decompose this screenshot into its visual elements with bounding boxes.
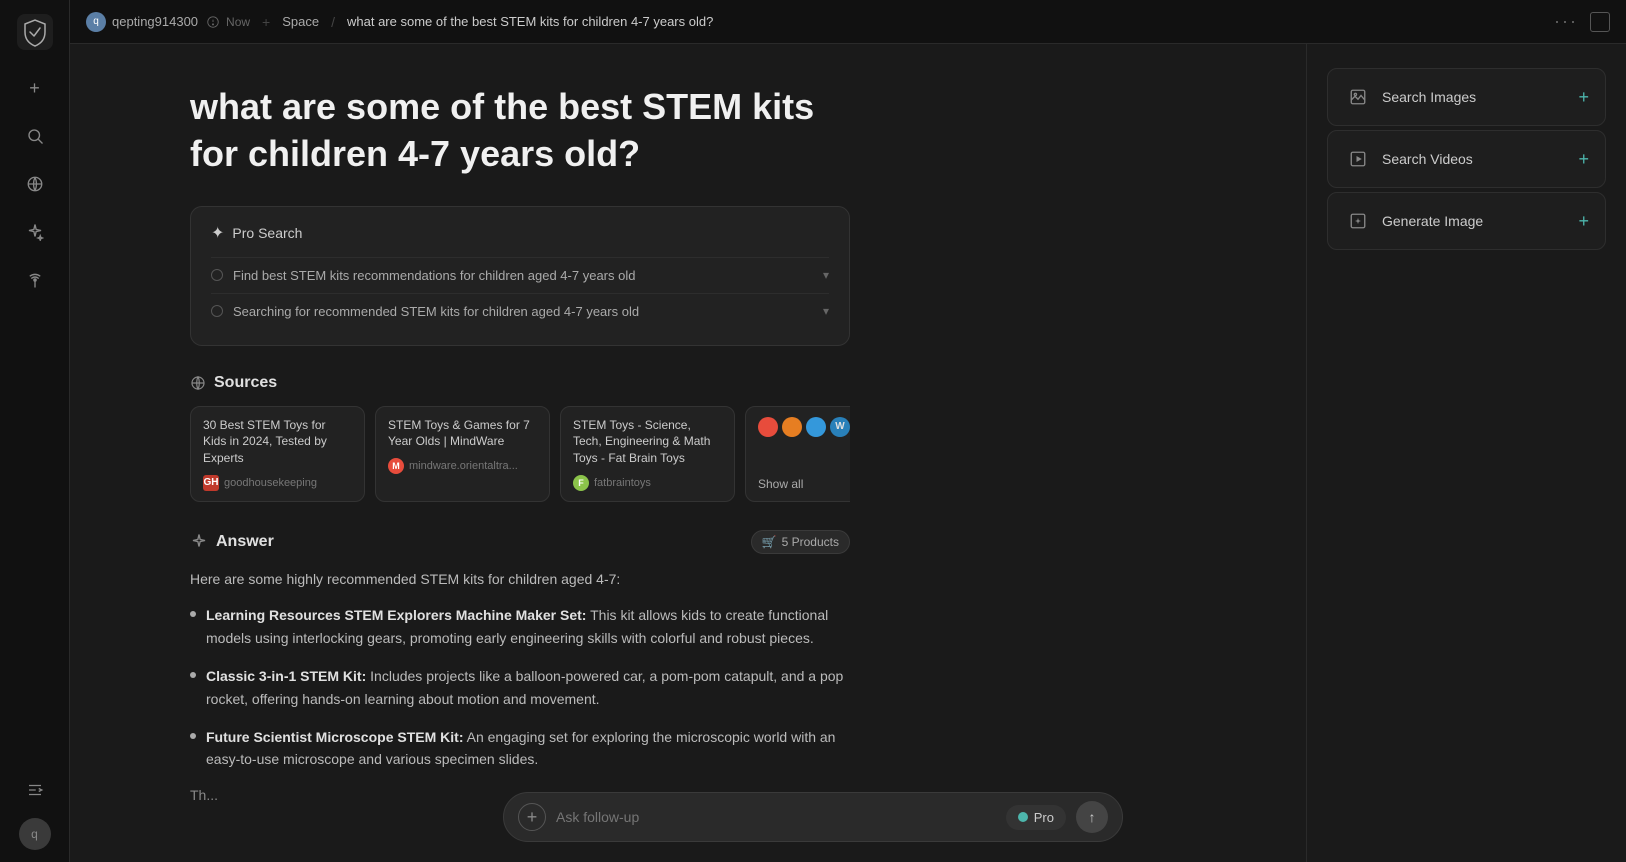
generate-image-label: Generate Image	[1382, 213, 1568, 229]
right-panel: Search Images + Search Videos +	[1306, 44, 1626, 862]
new-chat-button[interactable]: +	[15, 68, 55, 108]
send-button[interactable]: ↑	[1076, 801, 1108, 833]
source-domain-1: goodhousekeeping	[224, 477, 317, 489]
topbar-space[interactable]: Space	[282, 14, 319, 29]
answer-title: Answer	[190, 533, 274, 551]
source-card-multi[interactable]: W Show all	[745, 406, 850, 502]
bottom-bar: + Pro ↑	[503, 792, 1123, 842]
bullet-1	[190, 611, 196, 617]
source-favicon-2: M	[388, 458, 404, 474]
topbar: q qepting914300 Now + Space / what are s…	[70, 0, 1626, 44]
search-button[interactable]	[15, 116, 55, 156]
multi-favicon-1	[758, 417, 778, 437]
answer-item-3-title: Future Scientist Microscope STEM Kit:	[206, 729, 463, 745]
search-step-2[interactable]: Searching for recommended STEM kits for …	[211, 293, 829, 329]
step-chevron-2: ▾	[823, 304, 829, 318]
search-videos-button[interactable]: Search Videos +	[1327, 130, 1606, 188]
pro-toggle[interactable]: Pro	[1006, 805, 1066, 830]
step-text-2: Searching for recommended STEM kits for …	[233, 304, 813, 319]
search-images-icon	[1344, 83, 1372, 111]
follow-up-input[interactable]	[556, 809, 996, 825]
source-title-1: 30 Best STEM Toys for Kids in 2024, Test…	[203, 417, 352, 467]
answer-item-3: Future Scientist Microscope STEM Kit: An…	[190, 726, 850, 771]
pro-indicator	[1018, 812, 1028, 822]
multi-favicon-2	[782, 417, 802, 437]
products-count: 5 Products	[782, 535, 839, 549]
source-title-2: STEM Toys & Games for 7 Year Olds | Mind…	[388, 417, 537, 451]
search-videos-icon	[1344, 145, 1372, 173]
answer-list: Learning Resources STEM Explorers Machin…	[190, 604, 850, 770]
multi-favicon-4: W	[830, 417, 850, 437]
source-footer-3: F fatbraintoys	[573, 475, 722, 491]
pro-label: Pro	[1034, 810, 1054, 825]
pro-search-icon: ✦	[211, 223, 224, 243]
user-avatar[interactable]: q	[19, 818, 51, 850]
step-circle-2	[211, 305, 223, 317]
generate-image-icon	[1344, 207, 1372, 235]
search-videos-plus: +	[1578, 149, 1589, 170]
globe-button[interactable]	[15, 164, 55, 204]
multi-favicons: W	[758, 417, 850, 437]
send-icon: ↑	[1089, 809, 1096, 825]
answer-item-1: Learning Resources STEM Explorers Machin…	[190, 604, 850, 649]
source-favicon-1: GH	[203, 475, 219, 491]
source-favicon-3: F	[573, 475, 589, 491]
topbar-username: qepting914300	[112, 14, 198, 29]
answer-section: Answer 🛒 5 Products Here are some highly…	[190, 530, 850, 803]
generate-image-plus: +	[1578, 211, 1589, 232]
main-content: what are some of the best STEM kits for …	[70, 44, 1306, 862]
topbar-more-button[interactable]: ···	[1554, 11, 1578, 32]
attach-button[interactable]: +	[518, 803, 546, 831]
step-chevron-1: ▾	[823, 268, 829, 282]
source-domain-3: fatbraintoys	[594, 477, 651, 489]
topbar-time: Now	[226, 15, 250, 29]
source-domain-2: mindware.orientaltra...	[409, 460, 518, 472]
cart-icon: 🛒	[762, 535, 777, 549]
products-badge[interactable]: 🛒 5 Products	[751, 530, 850, 554]
search-images-plus: +	[1578, 87, 1589, 108]
source-card-2[interactable]: STEM Toys & Games for 7 Year Olds | Mind…	[375, 406, 550, 502]
topbar-separator: +	[262, 14, 270, 30]
bullet-2	[190, 672, 196, 678]
source-footer-2: M mindware.orientaltra...	[388, 458, 537, 474]
topbar-user: q qepting914300 Now	[86, 12, 250, 32]
multi-favicon-3	[806, 417, 826, 437]
sparkle-button[interactable]	[15, 212, 55, 252]
search-videos-label: Search Videos	[1382, 151, 1568, 167]
antenna-button[interactable]	[15, 260, 55, 300]
pro-search-box: ✦ Pro Search Find best STEM kits recomme…	[190, 206, 850, 346]
step-text-1: Find best STEM kits recommendations for …	[233, 268, 813, 283]
source-card-1[interactable]: 30 Best STEM Toys for Kids in 2024, Test…	[190, 406, 365, 502]
sidebar: + q	[0, 0, 70, 862]
topbar-slash: /	[331, 14, 335, 30]
answer-intro: Here are some highly recommended STEM ki…	[190, 568, 850, 590]
topbar-page-title: what are some of the best STEM kits for …	[347, 14, 713, 29]
source-card-3[interactable]: STEM Toys - Science, Tech, Engineering &…	[560, 406, 735, 502]
user-indicator: q	[86, 12, 106, 32]
answer-label: Answer	[216, 533, 274, 551]
search-step-1[interactable]: Find best STEM kits recommendations for …	[211, 257, 829, 293]
generate-image-button[interactable]: Generate Image +	[1327, 192, 1606, 250]
show-all-text: Show all	[758, 477, 803, 491]
source-title-3: STEM Toys - Science, Tech, Engineering &…	[573, 417, 722, 467]
search-images-label: Search Images	[1382, 89, 1568, 105]
sources-header: Sources	[190, 374, 850, 392]
sources-grid: 30 Best STEM Toys for Kids in 2024, Test…	[190, 406, 850, 502]
step-circle-1	[211, 269, 223, 281]
app-logo[interactable]	[15, 12, 55, 52]
source-footer-1: GH goodhousekeeping	[203, 475, 352, 491]
page-title: what are some of the best STEM kits for …	[190, 84, 850, 178]
topbar-window-button[interactable]	[1590, 12, 1610, 32]
answer-header: Answer 🛒 5 Products	[190, 530, 850, 554]
bullet-3	[190, 733, 196, 739]
pro-search-header: ✦ Pro Search	[211, 223, 829, 243]
answer-item-2-title: Classic 3-in-1 STEM Kit:	[206, 668, 366, 684]
answer-item-2: Classic 3-in-1 STEM Kit: Includes projec…	[190, 665, 850, 710]
sources-section: Sources 30 Best STEM Toys for Kids in 20…	[190, 374, 850, 502]
collapse-button[interactable]	[15, 770, 55, 810]
sources-label: Sources	[214, 374, 277, 392]
answer-item-1-title: Learning Resources STEM Explorers Machin…	[206, 607, 586, 623]
search-images-button[interactable]: Search Images +	[1327, 68, 1606, 126]
pro-search-label: Pro Search	[232, 225, 302, 241]
